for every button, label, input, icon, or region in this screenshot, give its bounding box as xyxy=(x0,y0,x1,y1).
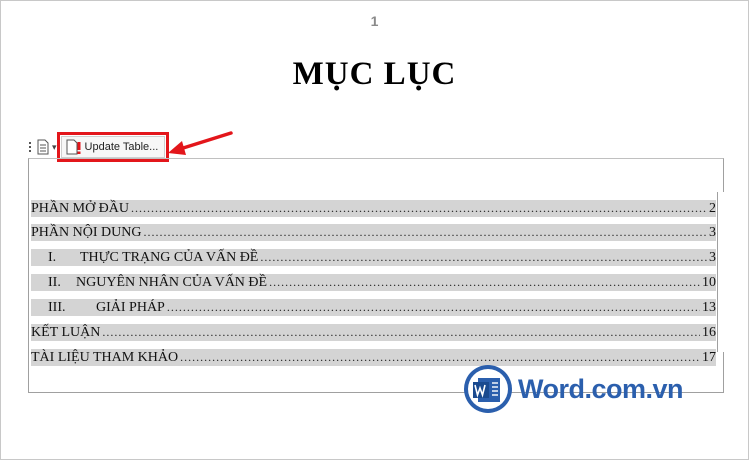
update-document-icon xyxy=(66,139,81,155)
toc-entry-label: PHẦN MỞ ĐẦU xyxy=(31,201,130,216)
toc-box-notch xyxy=(717,192,724,352)
toc-entry[interactable]: PHẦN MỞ ĐẦU.............................… xyxy=(31,200,716,217)
document-title: MỤC LỤC xyxy=(292,56,457,92)
toc-entry-page: 3 xyxy=(709,250,716,265)
toc-leader-dots: ........................................… xyxy=(102,325,700,339)
word-logo-icon xyxy=(464,365,512,413)
toc-entry[interactable]: PHẦN NỘI DUNG...........................… xyxy=(31,224,716,241)
drag-handle-icon[interactable] xyxy=(29,142,31,152)
toc-entry-page: 17 xyxy=(702,350,716,365)
page-number: 1 xyxy=(370,13,379,29)
toc-entry-number: III. xyxy=(48,300,66,315)
toc-entry-page: 13 xyxy=(702,300,716,315)
watermark-text: Word.com.vn xyxy=(518,373,684,404)
toc-entry[interactable]: II. NGUYÊN NHÂN CỦA VẤN ĐỀ...............… xyxy=(31,274,716,291)
toc-entry-page: 10 xyxy=(702,275,716,290)
toc-entry-label: KẾT LUẬN xyxy=(31,325,101,340)
toc-content-control-toolbar: ▾ Update Table... xyxy=(29,132,170,162)
toc-entry-label: GIẢI PHÁP xyxy=(96,300,165,315)
toc-entry-label: THỰC TRẠNG CỦA VẤN ĐỀ xyxy=(80,250,259,265)
toc-leader-dots: ........................................… xyxy=(131,201,707,215)
update-table-label: Update Table... xyxy=(84,141,159,153)
document-page: 1 MỤC LỤC ▾ Update Table... PHẦN MỞ ĐẦU.… xyxy=(0,0,749,460)
chevron-down-icon[interactable]: ▾ xyxy=(52,142,57,153)
toc-entry-page: 3 xyxy=(709,225,716,240)
update-table-button[interactable]: Update Table... xyxy=(56,132,170,162)
toc-entry[interactable]: I. THỰC TRẠNG CỦA VẤN ĐỀ.................… xyxy=(31,249,716,266)
toc-entry-number: II. xyxy=(48,275,61,290)
table-of-contents-icon[interactable] xyxy=(36,139,50,155)
toc-entry-page: 2 xyxy=(709,201,716,216)
toc-leader-dots: ........................................… xyxy=(269,275,700,289)
toc-entry-label: NGUYÊN NHÂN CỦA VẤN ĐỀ xyxy=(76,275,268,290)
toc-leader-dots: ........................................… xyxy=(166,300,700,314)
toc-entry-label: TÀI LIỆU THAM KHẢO xyxy=(31,350,179,365)
watermark-logo: Word.com.vn xyxy=(463,364,684,414)
toc-entry-number: I. xyxy=(48,250,57,265)
toc-entry-page: 16 xyxy=(702,325,716,340)
toc-entry[interactable]: KẾT LUẬN................................… xyxy=(31,324,716,341)
toc-entry-label: PHẦN NỘI DUNG xyxy=(31,225,142,240)
toc-leader-dots: ........................................… xyxy=(143,225,707,239)
toc-leader-dots: ........................................… xyxy=(260,250,707,264)
red-arrow-icon xyxy=(168,131,233,155)
toc-entry[interactable]: III. GIẢI PHÁP...........................… xyxy=(31,299,716,316)
